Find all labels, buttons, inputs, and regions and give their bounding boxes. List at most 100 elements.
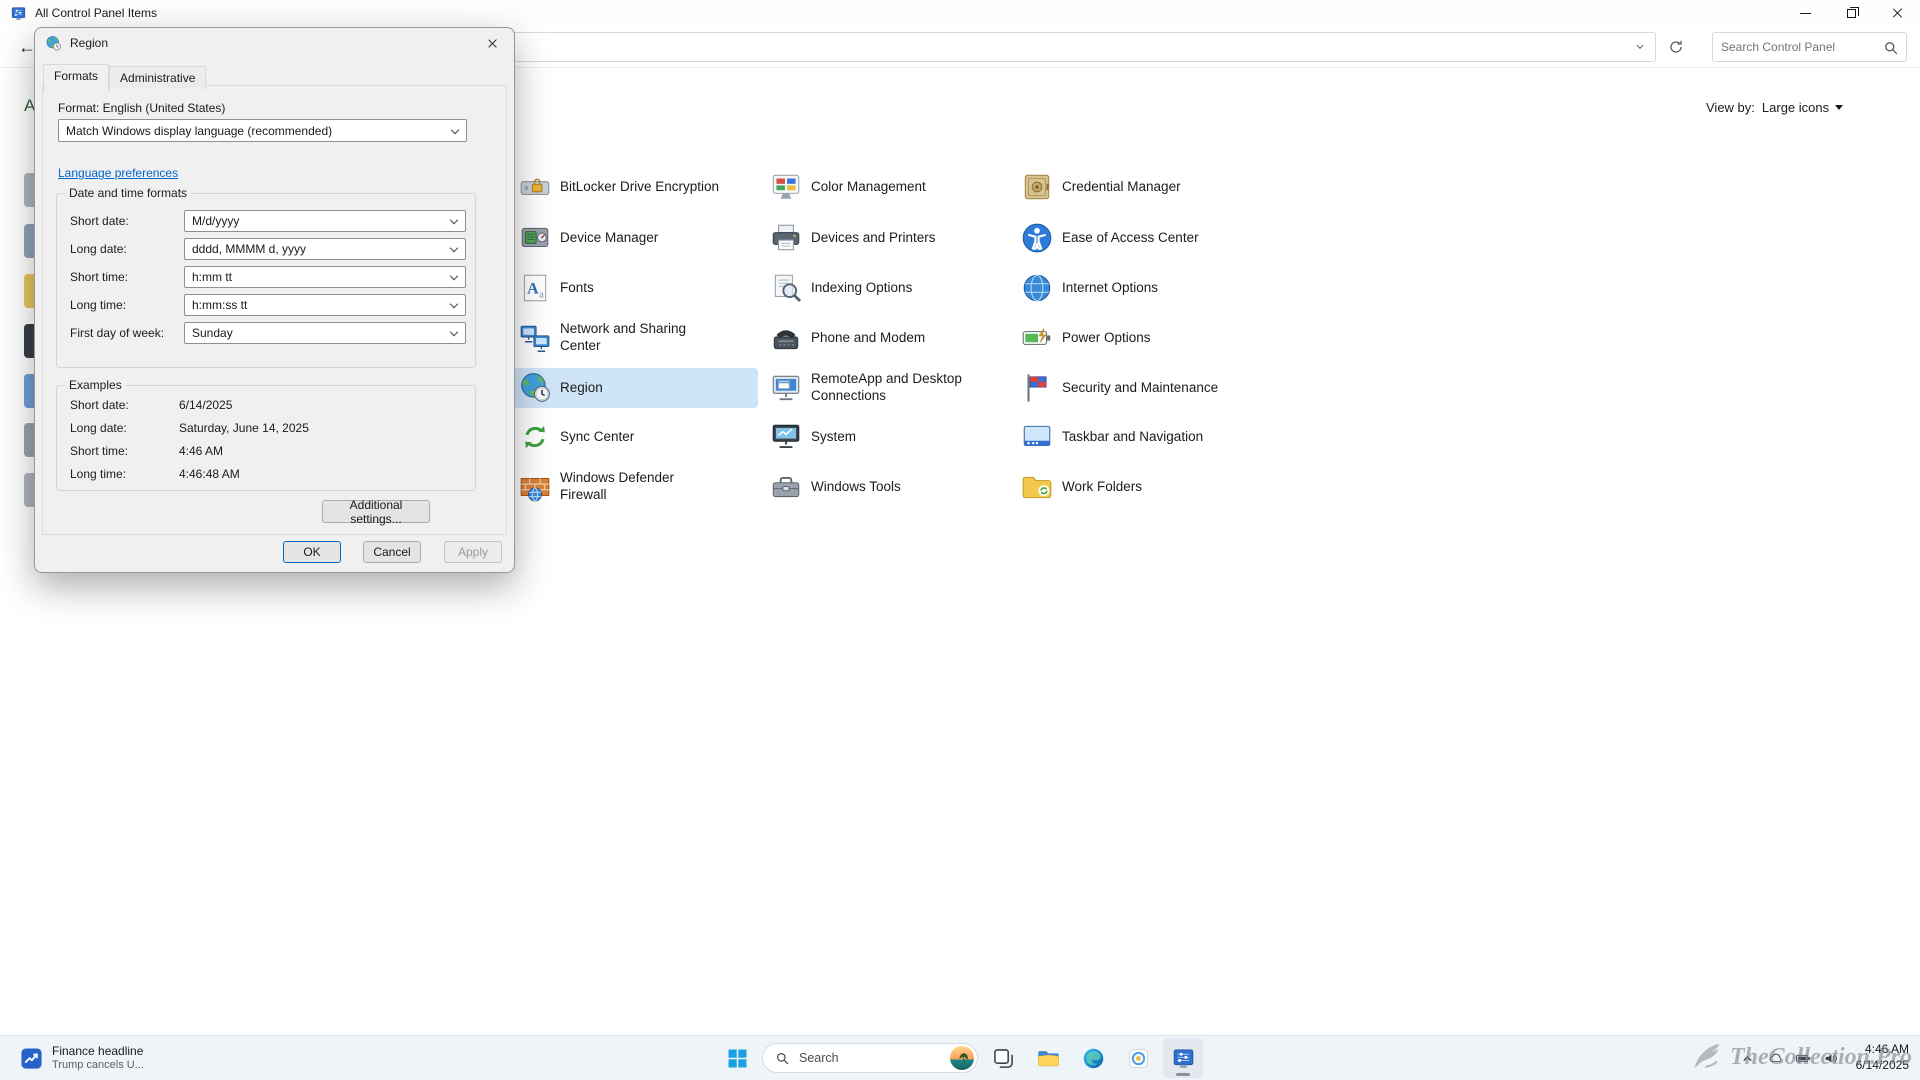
dialog-titlebar[interactable]: Region	[35, 28, 514, 58]
tab-administrative[interactable]: Administrative	[109, 66, 206, 89]
cp-item-bitlocker-drive-encryption[interactable]: BitLocker Drive Encryption	[514, 167, 758, 207]
cp-item-label: Work Folders	[1062, 479, 1142, 496]
system-tray: 4:46 AM 6/14/2025	[1734, 1036, 1914, 1080]
chevron-down-icon	[450, 216, 458, 224]
task-view-icon	[991, 1046, 1016, 1071]
short-time-example-label: Short time:	[70, 444, 128, 458]
cp-item-device-manager[interactable]: Device Manager	[514, 218, 758, 258]
examples-group-title: Examples	[65, 378, 126, 392]
long-date-label: Long date:	[70, 238, 127, 260]
first-day-of-week-combo[interactable]: Sunday	[184, 322, 466, 344]
cp-item-phone-and-modem[interactable]: Phone and Modem	[765, 318, 1009, 358]
phone-icon	[769, 321, 803, 355]
taskbar-center: Search	[0, 1036, 1920, 1080]
long-date-combo[interactable]: dddd, MMMM d, yyyy	[184, 238, 466, 260]
tray-clock[interactable]: 4:46 AM 6/14/2025	[1851, 1040, 1914, 1075]
taskbar-file-explorer-button[interactable]	[1028, 1038, 1068, 1078]
tools-icon	[769, 470, 803, 504]
volume-button[interactable]	[1818, 1045, 1845, 1072]
cp-item-label: Indexing Options	[811, 280, 912, 297]
cp-item-windows-tools[interactable]: Windows Tools	[765, 467, 1009, 507]
search-icon	[775, 1051, 790, 1066]
long-date-value: dddd, MMMM d, yyyy	[192, 242, 306, 256]
dialog-close-button[interactable]	[470, 28, 514, 58]
start-button[interactable]	[717, 1038, 757, 1078]
cp-item-label: Device Manager	[560, 230, 658, 247]
device-manager-icon	[518, 221, 552, 255]
battery-icon	[1795, 1050, 1812, 1067]
cp-item-windows-defender-firewall[interactable]: Windows Defender Firewall	[514, 467, 758, 507]
cancel-button[interactable]: Cancel	[363, 541, 421, 563]
short-time-combo[interactable]: h:mm tt	[184, 266, 466, 288]
long-time-combo[interactable]: h:mm:ss tt	[184, 294, 466, 316]
cp-item-system[interactable]: System	[765, 417, 1009, 457]
cp-item-region[interactable]: Region	[514, 368, 758, 408]
long-time-label: Long time:	[70, 294, 126, 316]
short-date-combo[interactable]: M/d/yyyy	[184, 210, 466, 232]
cp-item-label: BitLocker Drive Encryption	[560, 179, 719, 196]
taskbar-search-label: Search	[799, 1051, 839, 1065]
chevron-down-icon	[450, 328, 458, 336]
cp-item-remoteapp-and-desktop-connections[interactable]: RemoteApp and Desktop Connections	[765, 368, 1009, 408]
volume-icon	[1823, 1050, 1840, 1067]
onedrive-button[interactable]	[1762, 1045, 1789, 1072]
cp-item-internet-options[interactable]: Internet Options	[1016, 268, 1260, 308]
cp-item-indexing-options[interactable]: Indexing Options	[765, 268, 1009, 308]
security-icon	[1020, 371, 1054, 405]
chevron-down-icon	[451, 125, 459, 133]
taskbar-photos-button[interactable]	[1118, 1038, 1158, 1078]
cp-item-fonts[interactable]: Aa Fonts	[514, 268, 758, 308]
cp-item-label: Phone and Modem	[811, 330, 925, 347]
svg-text:a: a	[539, 290, 544, 301]
short-time-value: h:mm tt	[192, 270, 232, 284]
apply-button[interactable]: Apply	[444, 541, 502, 563]
region-dialog: Region Formats Administrative Format: En…	[34, 27, 515, 573]
active-app-indicator	[1176, 1073, 1190, 1076]
cp-item-credential-manager[interactable]: Credential Manager	[1016, 167, 1260, 207]
remoteapp-icon	[769, 371, 803, 405]
cp-item-label: Fonts	[560, 280, 594, 297]
cp-item-devices-and-printers[interactable]: Devices and Printers	[765, 218, 1009, 258]
long-time-example-label: Long time:	[70, 467, 126, 481]
tab-formats[interactable]: Formats	[43, 64, 109, 91]
cp-item-label: Power Options	[1062, 330, 1151, 347]
short-date-example-label: Short date:	[70, 398, 129, 412]
language-preferences-link[interactable]: Language preferences	[58, 166, 178, 180]
format-label: Format: English (United States)	[58, 101, 225, 115]
tray-overflow-button[interactable]	[1734, 1045, 1761, 1072]
cp-item-ease-of-access-center[interactable]: Ease of Access Center	[1016, 218, 1260, 258]
chevron-up-icon	[1739, 1050, 1756, 1067]
cp-item-color-management[interactable]: Color Management	[765, 167, 1009, 207]
cp-item-label: System	[811, 429, 856, 446]
power-icon	[1020, 321, 1054, 355]
cp-item-sync-center[interactable]: Sync Center	[514, 417, 758, 457]
dialog-tabs: Formats Administrative	[43, 64, 206, 89]
taskbar-control-panel-button[interactable]	[1163, 1038, 1203, 1078]
cp-item-label: Taskbar and Navigation	[1062, 429, 1203, 446]
taskbar: Finance headline Trump cancels U... Sear…	[0, 1035, 1920, 1080]
devices-printers-icon	[769, 221, 803, 255]
long-time-example: 4:46:48 AM	[179, 467, 240, 481]
region-icon	[518, 371, 552, 405]
svg-text:A: A	[527, 280, 539, 297]
cp-item-network-and-sharing-center[interactable]: Network and Sharing Center	[514, 318, 758, 358]
cp-item-taskbar-and-navigation[interactable]: Taskbar and Navigation	[1016, 417, 1260, 457]
cp-item-label: Windows Tools	[811, 479, 901, 496]
fonts-icon: Aa	[518, 271, 552, 305]
taskbar-task-view-button[interactable]	[983, 1038, 1023, 1078]
sync-icon	[518, 420, 552, 454]
taskbar-edge-button[interactable]	[1073, 1038, 1113, 1078]
battery-button[interactable]	[1790, 1045, 1817, 1072]
ok-button[interactable]: OK	[283, 541, 341, 563]
taskbar-search-box[interactable]: Search	[762, 1043, 978, 1073]
cp-item-power-options[interactable]: Power Options	[1016, 318, 1260, 358]
additional-settings-button[interactable]: Additional settings...	[322, 500, 430, 523]
dialog-title: Region	[70, 36, 108, 50]
short-time-example: 4:46 AM	[179, 444, 223, 458]
format-combo[interactable]: Match Windows display language (recommen…	[58, 119, 467, 142]
short-date-value: M/d/yyyy	[192, 214, 239, 228]
cp-item-work-folders[interactable]: Work Folders	[1016, 467, 1260, 507]
credential-manager-icon	[1020, 170, 1054, 204]
tray-date: 6/14/2025	[1856, 1058, 1909, 1074]
cp-item-security-and-maintenance[interactable]: Security and Maintenance	[1016, 368, 1260, 408]
